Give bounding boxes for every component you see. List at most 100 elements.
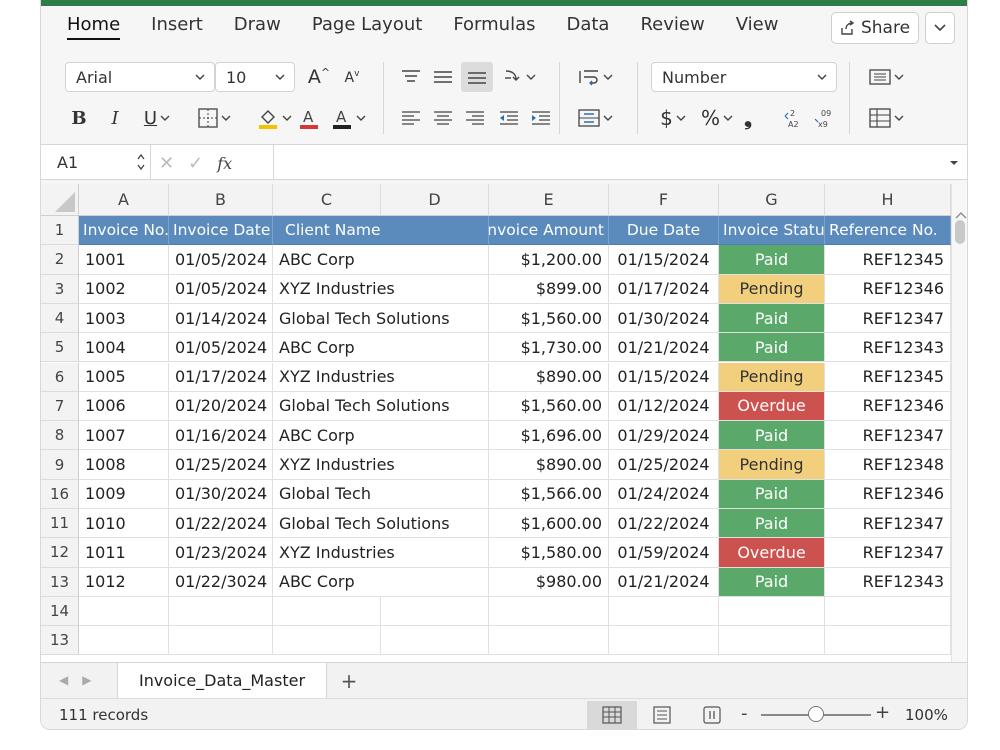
row-header[interactable]: 7 — [41, 391, 79, 422]
row-header[interactable]: 3 — [41, 274, 79, 304]
empty-cell[interactable] — [825, 596, 951, 627]
spreadsheet-grid[interactable]: A B C D E F G H 1 2 3 4 5 6 7 8 9 16 11 12 13 14 13 Invoice No.… — [41, 184, 967, 662]
align-bottom-button[interactable] — [461, 62, 493, 92]
table-cell[interactable]: 01/05/2024 — [169, 245, 273, 275]
empty-cell[interactable] — [609, 596, 719, 627]
table-cell[interactable]: 01/59/2024 — [609, 538, 719, 568]
empty-cell[interactable] — [273, 626, 381, 656]
table-cell[interactable]: 01/15/2024 — [609, 362, 719, 392]
vertical-scrollbar[interactable] — [951, 184, 967, 662]
table-cell[interactable]: 01/30/2024 — [609, 303, 719, 334]
status-badge[interactable]: Paid — [719, 567, 825, 597]
table-header-cell[interactable]: Reference No. — [825, 216, 951, 246]
font-name-select[interactable]: Arial — [65, 62, 215, 92]
grow-font-button[interactable]: A ^ — [307, 64, 331, 90]
zoom-out-button[interactable]: - — [741, 703, 748, 724]
align-right-button[interactable] — [461, 104, 489, 132]
table-cell[interactable]: $890.00 — [489, 362, 609, 392]
wrap-text-button[interactable] — [571, 62, 619, 92]
column-header-d[interactable]: D — [381, 184, 489, 216]
scrollbar-thumb[interactable] — [955, 220, 965, 244]
align-middle-button[interactable] — [429, 62, 457, 92]
insert-function-icon[interactable]: fx — [217, 154, 232, 173]
formula-input[interactable] — [273, 145, 953, 180]
column-header-g[interactable]: G — [719, 184, 825, 216]
row-header[interactable]: 6 — [41, 362, 79, 392]
page-break-view-button[interactable] — [687, 701, 737, 729]
empty-cell[interactable] — [169, 626, 273, 656]
table-cell[interactable]: 1010 — [79, 509, 169, 539]
cell-styles-button[interactable] — [861, 104, 911, 132]
table-cell[interactable]: $980.00 — [489, 567, 609, 597]
font-color-red-button[interactable]: A — [297, 104, 321, 132]
borders-button[interactable] — [193, 104, 235, 132]
row-header[interactable]: 11 — [41, 509, 79, 539]
row-header[interactable]: 5 — [41, 333, 79, 363]
table-cell[interactable]: 01/29/2024 — [609, 421, 719, 451]
align-center-button[interactable] — [429, 104, 457, 132]
empty-cell[interactable] — [273, 596, 381, 627]
zoom-level[interactable]: 100% — [905, 706, 948, 724]
decrease-indent-button[interactable] — [495, 104, 523, 132]
table-header-cell[interactable]: Invoice No. — [79, 216, 169, 246]
table-cell[interactable]: REF12345 — [825, 362, 951, 392]
prev-sheet-icon[interactable]: ◀ — [59, 673, 68, 687]
zoom-in-button[interactable]: + — [875, 702, 890, 723]
row-header[interactable]: 14 — [41, 596, 79, 627]
empty-cell[interactable] — [719, 626, 825, 656]
table-cell[interactable]: 1005 — [79, 362, 169, 392]
tab-draw[interactable]: Draw — [234, 12, 281, 40]
empty-cell[interactable] — [381, 596, 489, 627]
increase-indent-button[interactable] — [527, 104, 555, 132]
tab-insert[interactable]: Insert — [151, 12, 203, 40]
tab-review[interactable]: Review — [640, 12, 704, 40]
empty-cell[interactable] — [489, 596, 609, 627]
confirm-icon[interactable]: ✓ — [188, 153, 203, 174]
table-cell[interactable]: 1006 — [79, 391, 169, 422]
font-color-button[interactable]: A — [327, 104, 369, 132]
row-header[interactable]: 8 — [41, 421, 79, 451]
table-header-cell[interactable]: Client Name — [273, 216, 489, 246]
table-cell[interactable]: REF12347 — [825, 509, 951, 539]
column-header-f[interactable]: F — [609, 184, 719, 216]
table-cell[interactable]: ABC Corp — [273, 245, 489, 275]
percent-format-button[interactable]: % — [697, 104, 737, 132]
table-cell[interactable]: 1009 — [79, 479, 169, 509]
table-cell[interactable]: 1007 — [79, 421, 169, 451]
increase-decimal-button[interactable]: 2 A2 — [781, 104, 807, 132]
next-sheet-icon[interactable]: ▶ — [82, 673, 91, 687]
orientation-button[interactable] — [497, 62, 541, 92]
empty-cell[interactable] — [381, 626, 489, 656]
table-cell[interactable]: 01/05/2024 — [169, 274, 273, 304]
status-badge[interactable]: Paid — [719, 303, 825, 334]
column-header-e[interactable]: E — [489, 184, 609, 216]
table-cell[interactable]: 1002 — [79, 274, 169, 304]
tab-view[interactable]: View — [736, 12, 779, 40]
share-dropdown-button[interactable] — [925, 12, 955, 44]
table-cell[interactable]: 01/22/3024 — [169, 567, 273, 597]
table-cell[interactable]: 01/21/2024 — [609, 333, 719, 363]
status-badge[interactable]: Overdue — [719, 391, 825, 422]
table-cell[interactable]: 01/24/2024 — [609, 479, 719, 509]
add-sheet-button[interactable]: + — [337, 669, 361, 693]
fill-color-button[interactable] — [253, 104, 295, 132]
table-cell[interactable]: XYZ Industries — [273, 274, 489, 304]
status-badge[interactable]: Paid — [719, 479, 825, 509]
scroll-up-icon[interactable] — [955, 212, 967, 220]
row-header[interactable]: 4 — [41, 303, 79, 334]
table-cell[interactable]: 01/17/2024 — [609, 274, 719, 304]
table-cell[interactable]: 1012 — [79, 567, 169, 597]
table-cell[interactable]: 01/22/2024 — [169, 509, 273, 539]
tab-page-layout[interactable]: Page Layout — [312, 12, 423, 40]
font-size-select[interactable]: 10 — [215, 62, 295, 92]
table-cell[interactable]: $1,560.00 — [489, 391, 609, 422]
status-badge[interactable]: Paid — [719, 509, 825, 539]
table-cell[interactable]: 01/16/2024 — [169, 421, 273, 451]
table-cell[interactable]: $1,200.00 — [489, 245, 609, 275]
table-cell[interactable]: REF12347 — [825, 538, 951, 568]
table-cell[interactable]: 01/30/2024 — [169, 479, 273, 509]
table-cell[interactable]: 01/12/2024 — [609, 391, 719, 422]
table-cell[interactable]: Global Tech — [273, 479, 489, 509]
table-cell[interactable]: Global Tech Solutions — [273, 509, 489, 539]
table-cell[interactable]: REF12346 — [825, 479, 951, 509]
